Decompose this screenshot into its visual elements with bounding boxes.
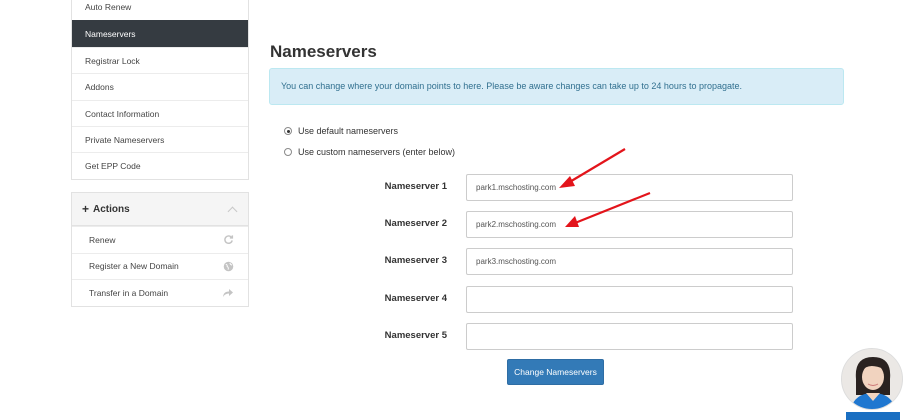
default-nameservers-label: Use default nameservers bbox=[298, 126, 399, 136]
action-transfer-domain[interactable]: Transfer in a Domain bbox=[72, 279, 248, 306]
nameserver-3-input[interactable] bbox=[466, 248, 793, 275]
actions-panel-title: Actions bbox=[93, 203, 130, 215]
action-renew-label: Renew bbox=[89, 234, 116, 245]
nameserver-5-input[interactable] bbox=[466, 323, 793, 350]
page-title: Nameservers bbox=[270, 42, 377, 61]
nameserver-2-label: Nameserver 2 bbox=[384, 218, 447, 229]
chevron-up-icon[interactable] bbox=[227, 206, 238, 216]
action-register-domain-label: Register a New Domain bbox=[89, 261, 179, 272]
globe-icon bbox=[222, 260, 234, 272]
sidebar-item-contact-information[interactable]: Contact Information bbox=[72, 99, 248, 126]
chat-launcher-button[interactable] bbox=[846, 412, 900, 420]
info-alert: You can change where your domain points … bbox=[269, 68, 844, 105]
actions-panel: + Actions Renew Register a New Domain Tr… bbox=[71, 192, 249, 307]
actions-panel-header[interactable]: + Actions bbox=[72, 193, 248, 226]
nameserver-5-label: Nameserver 5 bbox=[384, 330, 447, 341]
action-renew[interactable]: Renew bbox=[72, 226, 248, 253]
default-nameservers-radio[interactable] bbox=[284, 127, 292, 135]
option-default-nameservers[interactable]: Use default nameservers bbox=[284, 126, 398, 136]
sidebar-item-private-nameservers[interactable]: Private Nameservers bbox=[72, 125, 248, 152]
domain-sidebar-menu: Auto Renew Nameservers Registrar Lock Ad… bbox=[71, 0, 249, 180]
nameserver-4-label: Nameserver 4 bbox=[384, 293, 447, 304]
refresh-icon bbox=[222, 234, 234, 246]
nameserver-1-label: Nameserver 1 bbox=[384, 181, 447, 192]
nameserver-1-input[interactable] bbox=[466, 174, 793, 201]
sidebar-item-get-epp-code[interactable]: Get EPP Code bbox=[72, 152, 248, 178]
support-agent-avatar[interactable] bbox=[841, 348, 903, 410]
sidebar-item-auto-renew[interactable]: Auto Renew bbox=[72, 0, 248, 20]
nameserver-4-input[interactable] bbox=[466, 286, 793, 313]
nameserver-2-input[interactable] bbox=[466, 211, 793, 238]
sidebar-item-addons[interactable]: Addons bbox=[72, 73, 248, 99]
action-register-domain[interactable]: Register a New Domain bbox=[72, 252, 248, 280]
nameserver-3-label: Nameserver 3 bbox=[384, 255, 447, 266]
plus-icon: + bbox=[82, 202, 90, 216]
share-arrow-icon bbox=[222, 287, 234, 299]
action-transfer-domain-label: Transfer in a Domain bbox=[89, 287, 169, 298]
option-custom-nameservers[interactable]: Use custom nameservers (enter below) bbox=[284, 147, 455, 157]
custom-nameservers-label: Use custom nameservers (enter below) bbox=[298, 147, 456, 157]
custom-nameservers-radio[interactable] bbox=[284, 148, 292, 156]
change-nameservers-button[interactable]: Change Nameservers bbox=[507, 359, 604, 385]
sidebar-item-nameservers[interactable]: Nameservers bbox=[72, 20, 248, 47]
sidebar-item-registrar-lock[interactable]: Registrar Lock bbox=[72, 46, 248, 73]
